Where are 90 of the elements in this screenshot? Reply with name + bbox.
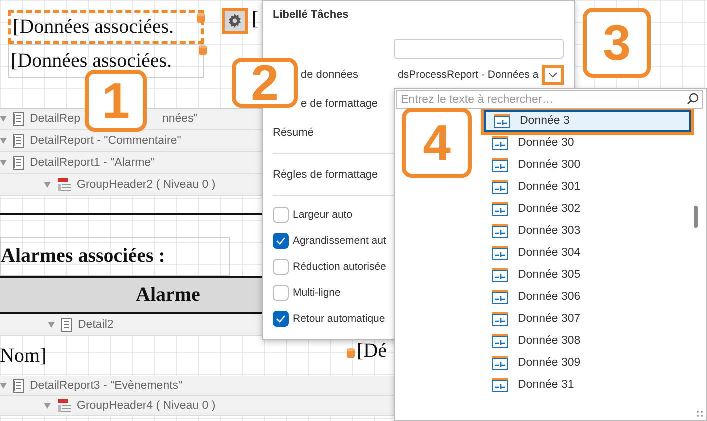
field-text: Nom] [0,344,47,368]
text-field-control[interactable]: [Données associées. [8,10,204,44]
list-item[interactable]: Donnée 30 [484,132,691,154]
band-label: Detail2 [78,318,114,330]
data-source-dropdown[interactable]: dsProcessReport - Données a [394,63,564,87]
database-icon [199,45,207,55]
group-header-icon [57,398,71,412]
field-icon [494,114,510,128]
field-icon [492,312,508,326]
checkbox-label: Largeur auto [293,209,353,221]
checkbox-label: Réduction autorisée [293,261,386,273]
search-field[interactable]: Entrez le texte à rechercher… [396,90,703,109]
panel-title: Libellé Tâches [273,9,349,21]
band-label: DetailReport3 - "Evènements" [30,380,183,392]
field-icon [492,180,508,194]
band-label: DetailReport - "Commentaire" [30,134,182,146]
field-icon [492,334,508,348]
check-icon [276,237,286,245]
database-icon [197,13,205,23]
step-number: 4 [402,108,472,178]
checkbox-label: Agrandissement aut [293,235,386,247]
band-label: DetailRep [30,113,80,125]
expand-arrow-icon[interactable] [0,138,7,144]
property-group-label[interactable]: Règles de formattage [273,169,378,181]
column-heading: Alarme [136,284,200,307]
expand-arrow-icon[interactable] [0,160,7,166]
field-text: [Données associées. [11,51,172,71]
scrollbar-thumb[interactable] [694,206,698,228]
list-item[interactable]: Donnée 305 [484,264,691,286]
list-item[interactable]: Donnée 31 [484,374,691,396]
checkbox[interactable] [273,233,289,249]
field-icon [492,356,508,370]
field-text: [Dé [357,340,387,363]
step-number: 2 [232,58,298,108]
field-icon [492,158,508,172]
property-label: de données [300,69,358,81]
step-number: 1 [85,70,147,132]
property-label: e de formattage [300,98,378,110]
field-text: [ [252,8,259,31]
property-group-label[interactable]: Résumé [273,127,314,139]
gear-icon [228,14,242,28]
checkbox[interactable] [273,311,289,327]
list-item[interactable]: Donnée 301 [484,176,691,198]
list-item[interactable]: Donnée 3 [484,110,691,132]
list-item[interactable]: Donnée 307 [484,308,691,330]
step-number: 3 [583,8,651,78]
chevron-icon [548,72,558,78]
band-label: GroupHeader2 ( Niveau 0 ) [77,178,216,190]
checkbox[interactable] [273,259,289,275]
expand-arrow-icon[interactable] [48,322,55,328]
field-icon [492,246,508,260]
field-icon [492,290,508,304]
band-label: DetailReport1 - "Alarme" [30,156,156,168]
list-item[interactable]: Donnée 303 [484,220,691,242]
list-item[interactable]: Donnée 309 [484,352,691,374]
field-icon [492,378,508,392]
expand-arrow-icon[interactable] [0,382,7,388]
text-field[interactable] [394,39,564,59]
settings-button[interactable] [222,8,248,34]
dropdown-toggle[interactable] [542,65,564,85]
expand-arrow-icon[interactable] [44,182,51,188]
database-icon [347,348,355,358]
list-item[interactable]: Donnée 302 [484,198,691,220]
report-icon [13,378,24,392]
checkbox[interactable] [273,285,289,301]
checkbox[interactable] [273,207,289,223]
report-icon [13,112,24,126]
expand-arrow-icon[interactable] [0,116,7,122]
group-header-icon [57,178,71,192]
list-item[interactable]: Donnée 306 [484,286,691,308]
list-item[interactable]: Donnée 300 [484,154,691,176]
checkbox-label: Multi-ligne [293,287,341,299]
expand-arrow-icon[interactable] [44,402,51,408]
band-label: nnées" [162,113,198,125]
field-icon [492,136,508,150]
field-text: [Données associées. [13,17,174,37]
field-icon [492,202,508,216]
check-icon [276,315,286,323]
band-label: GroupHeader4 ( Niveau 0 ) [77,400,216,412]
detail-icon [61,318,72,332]
list-item[interactable]: Donnée 304 [484,242,691,264]
field-icon [492,224,508,238]
report-icon [13,134,24,148]
report-icon [13,156,24,170]
checkbox-label: Retour automatique [293,313,386,325]
section-title: Alarmes associées : [1,245,166,268]
field-icon [492,268,508,282]
search-icon[interactable] [687,93,699,105]
list-item[interactable]: Donnée 308 [484,330,691,352]
resize-grip-icon[interactable] [696,410,704,418]
